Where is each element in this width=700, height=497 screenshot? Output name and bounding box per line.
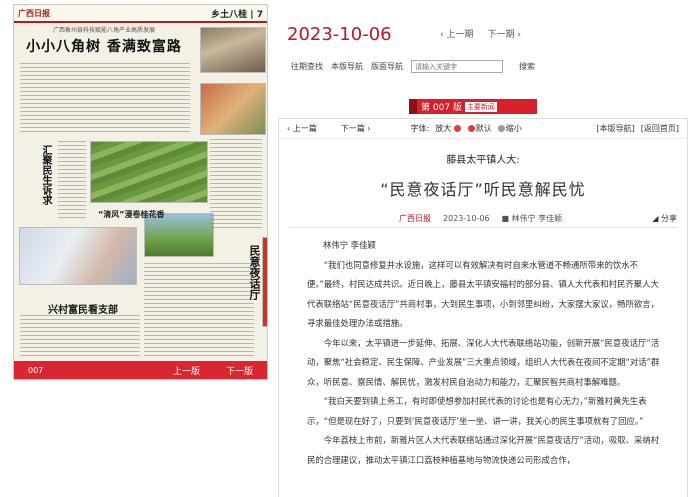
text-column[interactable] [210, 139, 262, 229]
prev-article-link[interactable]: ‹ 上一篇 [287, 123, 317, 134]
article-date: 2023-10-06 [443, 214, 490, 223]
share-button[interactable]: ◢ 分享 [652, 213, 677, 224]
footer-page-number: 007 [28, 365, 44, 375]
article-paragraph: “我们也同意修复井水设施，这样可以有效解决有时自来水管道不畅通所带来的饮水不便。… [307, 259, 660, 329]
article-title: “民意夜话厅”听民意解民忧 [380, 180, 586, 199]
article-kicker: 藤县太平镇人大: [446, 155, 520, 166]
search-button[interactable]: 搜索 [519, 61, 535, 72]
newspaper-section: 乡土八桂 | 7 [211, 9, 263, 20]
font-shrink-label: 缩小 [505, 124, 522, 133]
section-banner: 第 007 版 主要新闻 [409, 99, 537, 114]
section-nav-link[interactable]: 本版导航 [331, 61, 363, 72]
shrink-icon [497, 125, 505, 132]
prev-issue-label: 上一期 [446, 30, 474, 40]
search-input[interactable] [411, 60, 503, 73]
text-column[interactable] [58, 141, 86, 221]
photo-terraced-field[interactable] [90, 141, 208, 203]
next-issue-link[interactable]: 下一期 › [487, 27, 520, 40]
article-paragraph: 今年以来，太平镇进一步延伸、拓展、深化人大代表联络站功能，创新开展“民意夜话厅”… [307, 337, 660, 387]
font-default-label: 默认 [475, 124, 492, 133]
newspaper-column-title[interactable]: “清风”漫卷桂花香 [98, 209, 165, 220]
photo-stone-carving[interactable] [200, 27, 266, 73]
next-issue-label: 下一期 [487, 30, 515, 40]
photo-market[interactable] [200, 83, 266, 135]
next-article-label: 下一篇 [340, 124, 365, 133]
banner-category: 主要新闻 [464, 101, 497, 112]
banner-page-label: 第 007 版 [421, 103, 462, 113]
past-issues-link[interactable]: 往期查找 [291, 61, 323, 72]
article-authors: ■ 林伟宁 李佳颖 [501, 214, 563, 223]
article-meta: 广西日报 2023-10-06 ■ 林伟宁 李佳颖 ◢ 分享 [289, 210, 677, 228]
article-byline: 林伟宁 李佳颖 [323, 240, 376, 250]
decor-red-strip [262, 237, 267, 327]
share-icon: ◢ [652, 214, 659, 223]
footer-next-page-link[interactable]: 下一版 [226, 364, 253, 377]
text-column[interactable] [144, 263, 254, 359]
article-paragraph: 今年荔枝上市前，新雅片区人大代表联络站通过深化开展“民意夜话厅”活动，吸取、采纳… [307, 435, 660, 465]
newspaper-column-title[interactable]: 兴村富民看支部 [48, 301, 118, 316]
next-article-link[interactable]: 下一篇 › [341, 123, 371, 134]
article-panel: ‹ 上一篇 下一篇 › 字体: 放大 默认 缩小 [本版导航] [返回首页] 藤… [278, 118, 688, 497]
home-link[interactable]: [返回首页] [641, 123, 679, 134]
newspaper-column-title[interactable]: 汇聚民生诉求 [38, 145, 53, 205]
issue-date: 2023-10-06 [287, 24, 392, 45]
prev-article-label: 上一篇 [292, 124, 317, 133]
article-body: 林伟宁 李佳颖 “我们也同意修复井水设施，这样可以有效解决有时自来水管道不畅通所… [279, 228, 687, 470]
newspaper-masthead: 广西日报 [18, 8, 50, 18]
font-size-label: 字体: [410, 124, 430, 133]
newspaper-page-preview[interactable]: 广西日报 乡土八桂 | 7 广西象州县科技赋能八角产业高质发展 小小八角树 香满… [13, 4, 268, 380]
newspaper-footer: 007 上一版 下一版 [14, 361, 267, 379]
prev-issue-link[interactable]: ‹ 上一期 [440, 27, 473, 40]
page-nav-link[interactable]: 版面导航 [371, 61, 403, 72]
newspaper-masthead-bar: 广西日报 乡土八桂 | 7 [14, 5, 267, 23]
font-enlarge-label: 放大 [435, 124, 452, 133]
enlarge-icon [453, 125, 461, 132]
default-icon [467, 125, 475, 132]
newspaper-section-label: 乡土八桂 [211, 9, 248, 20]
article-source: 广西日报 [399, 214, 431, 223]
footer-prev-page-link[interactable]: 上一版 [173, 364, 200, 377]
newspaper-headline[interactable]: 小小八角树 香满致富路 [14, 36, 194, 56]
newspaper-page-number: 7 [256, 9, 263, 20]
article-paragraph: “我白天要到镇上务工，有时即使想参加村民代表的讨论也是有心无力，”新雅村黄先生表… [307, 396, 647, 426]
font-enlarge-button[interactable]: 放大 [435, 123, 462, 134]
font-shrink-button[interactable]: 缩小 [497, 123, 522, 134]
issue-nav: ‹ 上一期 下一期 › [440, 27, 521, 40]
article-toolbar: ‹ 上一篇 下一篇 › 字体: 放大 默认 缩小 [本版导航] [返回首页] [279, 119, 687, 139]
share-label: 分享 [661, 214, 677, 223]
newspaper-subhead: 广西象州县科技赋能八角产业高质发展 [52, 27, 155, 34]
font-default-button[interactable]: 默认 [467, 123, 492, 134]
photo-meeting[interactable] [19, 227, 137, 285]
newspaper-column-title[interactable]: 民意夜话厅 [246, 245, 262, 300]
text-column[interactable] [20, 315, 140, 359]
page-nav-bracket-link[interactable]: [本版导航] [597, 123, 635, 134]
toolbar: 往期查找 本版导航 版面导航 搜索 [291, 60, 535, 73]
text-column[interactable] [20, 63, 190, 133]
article-authors-text: 林伟宁 李佳颖 [511, 214, 563, 223]
